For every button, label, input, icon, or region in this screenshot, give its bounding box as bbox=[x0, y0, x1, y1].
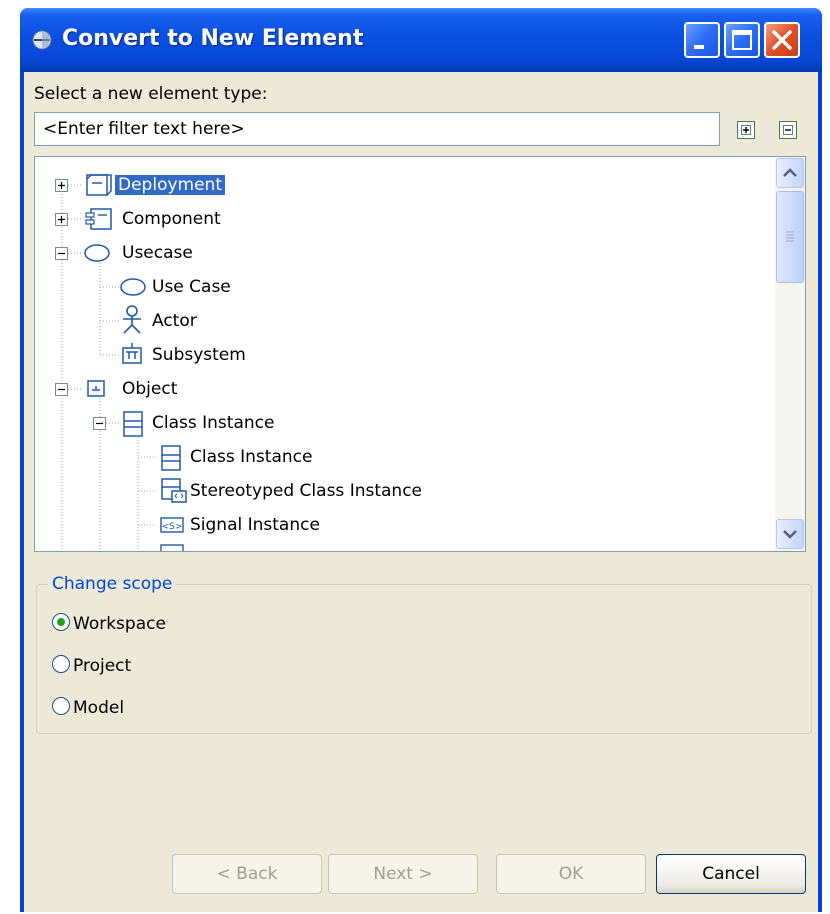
radio-checked-icon bbox=[52, 613, 70, 631]
radio-unchecked-icon bbox=[52, 655, 70, 673]
deployment-icon bbox=[86, 174, 112, 196]
convert-element-icon bbox=[32, 30, 52, 50]
dialog-title: Convert to New Element bbox=[62, 26, 364, 51]
scroll-up-button[interactable] bbox=[776, 158, 804, 188]
back-button[interactable]: < Back bbox=[172, 854, 322, 894]
scroll-down-button[interactable] bbox=[776, 519, 804, 549]
select-type-label: Select a new element type: bbox=[34, 84, 268, 104]
object-icon bbox=[87, 380, 105, 397]
subsystem-icon bbox=[122, 343, 142, 364]
radio-model[interactable]: Model bbox=[52, 696, 124, 720]
tree-item-component[interactable]: Component bbox=[119, 204, 224, 234]
tree-scrollbar[interactable] bbox=[775, 157, 805, 551]
collapse-all-icon[interactable] bbox=[778, 120, 798, 140]
tree-item-usecase[interactable]: Usecase bbox=[119, 238, 196, 268]
scroll-thumb[interactable] bbox=[776, 191, 804, 283]
chevron-down-icon bbox=[783, 530, 797, 539]
radio-unchecked-icon bbox=[52, 697, 70, 715]
class-instance-icon bbox=[161, 445, 181, 471]
minimize-icon bbox=[694, 45, 704, 49]
tree-item-class-instance-group[interactable]: Class Instance bbox=[149, 408, 277, 438]
tree-item-deployment[interactable]: Deployment bbox=[115, 170, 225, 200]
title-bar[interactable]: Convert to New Element bbox=[20, 8, 822, 72]
tree-item-signal-instance[interactable]: Signal Instance bbox=[187, 510, 323, 540]
stereotyped-class-instance-icon bbox=[161, 478, 187, 503]
tree-item-use-case[interactable]: Use Case bbox=[149, 272, 234, 302]
tree-item-stereotyped-class-instance[interactable]: Stereotyped Class Instance bbox=[187, 476, 425, 506]
class-instance-icon bbox=[123, 411, 143, 437]
maximize-icon bbox=[732, 30, 752, 50]
tree-item-subsystem[interactable]: Subsystem bbox=[149, 340, 249, 370]
actor-icon bbox=[123, 305, 141, 334]
radio-project[interactable]: Project bbox=[52, 654, 131, 678]
usecase-icon bbox=[84, 244, 110, 262]
close-button[interactable] bbox=[764, 22, 800, 58]
change-scope-group bbox=[36, 584, 812, 734]
minimize-button[interactable] bbox=[684, 22, 720, 58]
usecase-icon bbox=[120, 278, 146, 296]
tree-item-object[interactable]: Object bbox=[119, 374, 180, 404]
cancel-button[interactable]: Cancel bbox=[656, 854, 806, 894]
tree-item-class-instance[interactable]: Class Instance bbox=[187, 442, 315, 472]
change-scope-legend: Change scope bbox=[48, 574, 177, 594]
filter-input[interactable]: <Enter filter text here> bbox=[34, 112, 720, 146]
next-button[interactable]: Next > bbox=[328, 854, 478, 894]
signal-instance-icon: <S> bbox=[160, 517, 184, 533]
svg-text:<S>: <S> bbox=[162, 522, 183, 532]
component-icon bbox=[85, 208, 112, 230]
dialog-body: Select a new element type: <Enter filter… bbox=[24, 72, 818, 912]
close-icon bbox=[772, 30, 792, 50]
chevron-up-icon bbox=[783, 168, 797, 177]
ok-button[interactable]: OK bbox=[496, 854, 646, 894]
tree-item-actor[interactable]: Actor bbox=[149, 306, 200, 336]
grip-icon bbox=[786, 231, 794, 242]
maximize-button[interactable] bbox=[724, 22, 760, 58]
dialog-window: Convert to New Element Select a new elem… bbox=[20, 8, 822, 912]
element-type-tree[interactable]: <S> Deployment Component Usecase Use Cas… bbox=[34, 156, 806, 552]
expand-all-icon[interactable] bbox=[736, 120, 756, 140]
radio-workspace[interactable]: Workspace bbox=[52, 612, 166, 636]
